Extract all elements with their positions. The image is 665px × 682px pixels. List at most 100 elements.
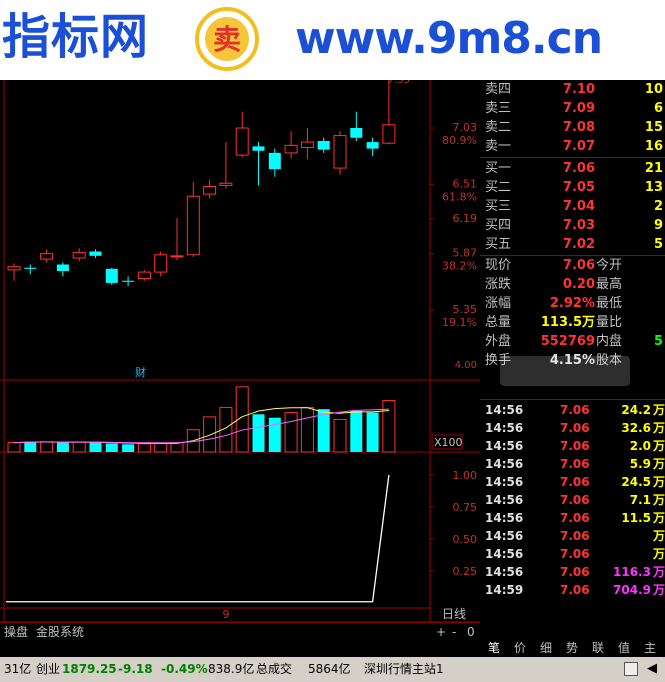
site-logo-left: 指标网 <box>2 9 150 65</box>
candle-body <box>333 135 347 169</box>
detail-tab-0[interactable]: 笔 <box>488 640 500 657</box>
bid-volume: 21 <box>644 161 663 176</box>
volume-bar <box>300 406 314 453</box>
tick-volume: 32.6 <box>621 421 651 435</box>
station-name[interactable]: 深圳行情主站1 <box>364 657 444 682</box>
tick-volume: 24.5 <box>621 475 651 489</box>
stat-value: 552769 <box>540 334 595 349</box>
detail-tab-1[interactable]: 价 <box>514 640 526 657</box>
fib-pct-label: 38.2% <box>442 260 477 273</box>
tick-row: 14:56 7.06 万 <box>480 527 665 545</box>
fib-pct-label: 19.1% <box>442 316 477 329</box>
reset-zoom-button[interactable]: 0 <box>467 623 475 641</box>
volume-bar <box>284 412 298 453</box>
bid-price: 7.02 <box>562 237 595 252</box>
tab-caopan[interactable]: 操盘 <box>4 623 28 641</box>
stat-value: 7.06 <box>562 258 595 273</box>
bid-price: 7.03 <box>562 218 595 233</box>
volume-bar <box>154 442 168 453</box>
tick-time: 14:56 <box>485 439 524 453</box>
x-axis-tick: 9 <box>223 608 230 621</box>
volume-bar <box>170 442 184 453</box>
indicator-line <box>6 474 390 603</box>
candle-body <box>284 144 298 154</box>
volume-bar <box>268 417 281 452</box>
tick-volume: 11.5 <box>621 511 651 525</box>
price-level-label: 6.51 <box>453 177 478 190</box>
stat-row: 总量 113.5万 量比 <box>480 313 665 332</box>
tick-time: 14:56 <box>485 457 524 471</box>
ask-row[interactable]: 卖三 7.09 6 <box>480 99 665 118</box>
tick-time: 14:56 <box>485 493 524 507</box>
tick-price: 7.06 <box>560 457 590 471</box>
tick-time: 14:56 <box>485 475 524 489</box>
tick-row: 14:56 7.06 5.9 万 <box>480 455 665 473</box>
stat-value-2: 5 <box>653 334 663 349</box>
kline-chart[interactable]: 7.0380.9% 6.5161.8% 6.19 5.8738.2% 5.3519.1%… <box>0 80 480 640</box>
ask-row[interactable]: 卖一 7.07 16 <box>480 137 665 156</box>
stat-label: 涨跌 <box>485 277 512 292</box>
tick-unit: 万 <box>652 403 665 417</box>
detail-tab-6[interactable]: 主 <box>644 640 656 657</box>
ask-label: 卖四 <box>485 82 512 97</box>
ask-row[interactable]: 卖二 7.08 15 <box>480 118 665 137</box>
tick-row: 14:56 7.06 24.5 万 <box>480 473 665 491</box>
index-value: 1879.25 <box>62 662 117 676</box>
stat-label: 现价 <box>485 258 512 273</box>
bid-row[interactable]: 买二 7.05 13 <box>480 178 665 197</box>
volume-bar <box>105 443 118 452</box>
tick-time: 14:59 <box>485 583 524 597</box>
tick-unit: 万 <box>652 565 665 579</box>
detail-tab-5[interactable]: 值 <box>618 640 630 657</box>
volume-bar <box>137 443 151 453</box>
indicator-level-label: 0.50 <box>453 533 478 546</box>
volume-bar <box>72 441 86 453</box>
zoom-in-button[interactable]: + <box>436 623 446 641</box>
bid-row[interactable]: 买五 7.02 5 <box>480 235 665 254</box>
candle-body <box>154 254 168 273</box>
detail-tab-4[interactable]: 联 <box>592 640 604 657</box>
tick-unit: 万 <box>652 547 665 561</box>
candle-body <box>56 264 69 271</box>
period-label: 日线 <box>442 607 466 621</box>
volume-unit-tag: X100 <box>434 436 463 449</box>
window-restore-icon[interactable] <box>624 662 638 676</box>
seal-logo-icon: 卖 <box>195 7 259 71</box>
volume-bar <box>382 400 396 453</box>
candle-body <box>40 253 54 260</box>
bid-row[interactable]: 买三 7.04 2 <box>480 197 665 216</box>
zoom-out-button[interactable]: - <box>452 623 456 641</box>
detail-tabs: 笔价细势联值主 <box>480 640 665 657</box>
market-amount-prefix: 31亿 <box>4 662 32 676</box>
bid-row[interactable]: 买四 7.03 9 <box>480 216 665 235</box>
detail-tab-3[interactable]: 势 <box>566 640 578 657</box>
tick-volume: 7.1 <box>629 493 651 507</box>
bid-price: 7.06 <box>562 161 595 176</box>
ask-row[interactable]: 卖四 7.10 10 <box>480 80 665 99</box>
tick-time: 14:56 <box>485 511 524 525</box>
index-pct: -0.49% <box>161 662 208 676</box>
bid-volume: 2 <box>653 199 663 214</box>
stat-label-2: 内盘 <box>596 334 623 349</box>
stat-row: 涨幅 2.92% 最低 <box>480 294 665 313</box>
tick-unit: 万 <box>652 475 665 489</box>
stat-value: 0.20 <box>562 277 595 292</box>
tab-jingu-system[interactable]: 金股系统 <box>36 623 84 641</box>
status-bar: 31亿 创业 1879.25 -9.18 -0.49% 838.9亿 总成交 5… <box>0 657 665 682</box>
bottom-tabs: 操盘 金股系统 + - 0 <box>0 622 480 641</box>
stat-label: 外盘 <box>485 334 512 349</box>
detail-tab-2[interactable]: 细 <box>540 640 552 657</box>
tick-price: 7.06 <box>560 403 590 417</box>
candle-body <box>350 128 363 138</box>
chart-area[interactable]: 7.03 80.9% 6.51 61.8% 6.19 5.87 38.2% 5.35 19.1%… <box>0 80 480 640</box>
candle-body <box>137 271 151 280</box>
bid-volume: 5 <box>653 237 663 252</box>
candle-body <box>382 124 396 144</box>
bid-row[interactable]: 买一 7.06 21 <box>480 159 665 178</box>
speaker-icon[interactable]: ◀ <box>647 660 657 677</box>
tick-price: 7.06 <box>560 493 590 507</box>
seal-text: 卖 <box>213 23 241 56</box>
stat-value: 2.92% <box>549 296 595 311</box>
site-url: www.9m8.cn <box>295 13 603 64</box>
candle-body <box>300 141 314 148</box>
